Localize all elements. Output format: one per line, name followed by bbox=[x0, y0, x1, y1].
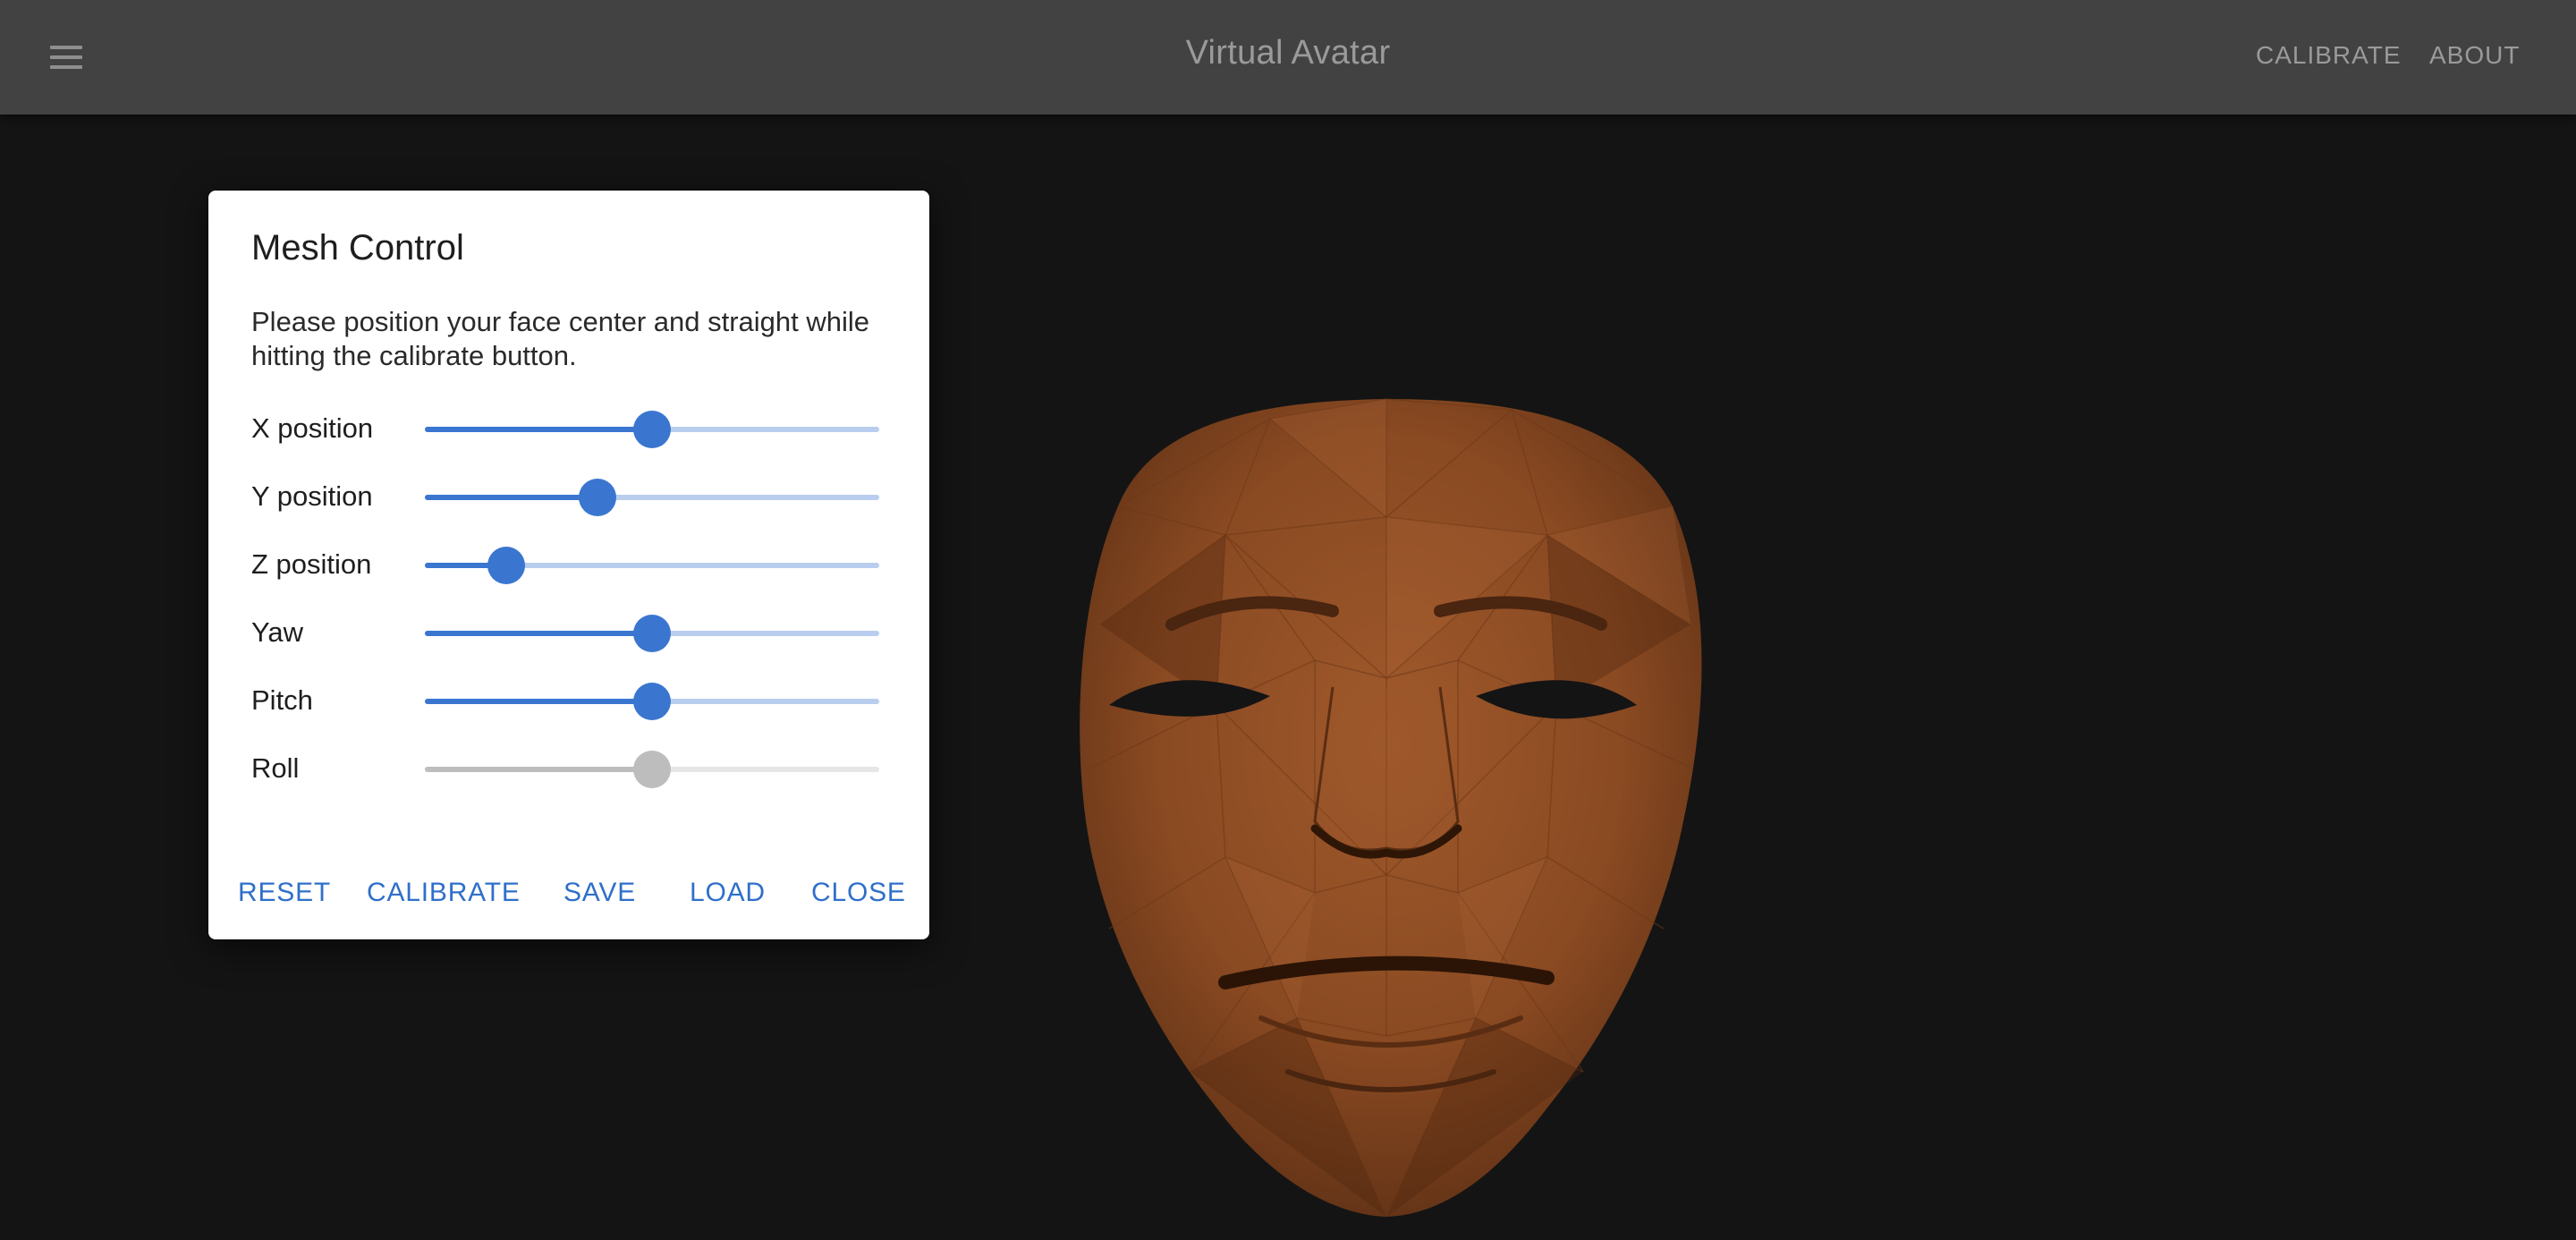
z-position-label: Z position bbox=[251, 548, 372, 580]
nav-about-button[interactable]: ABOUT bbox=[2429, 41, 2520, 70]
pitch-slider[interactable] bbox=[425, 683, 879, 720]
x-position-slider-thumb[interactable] bbox=[633, 411, 671, 448]
app-bar: Virtual Avatar CALIBRATE ABOUT bbox=[0, 0, 2576, 115]
yaw-slider-fill bbox=[425, 631, 652, 636]
yaw-label: Yaw bbox=[251, 616, 304, 648]
roll-slider-fill bbox=[425, 767, 652, 772]
reset-button[interactable]: RESET bbox=[238, 878, 331, 908]
z-position-slider-row: Z position bbox=[251, 538, 895, 591]
load-button[interactable]: LOAD bbox=[690, 878, 766, 908]
pitch-label: Pitch bbox=[251, 684, 313, 716]
roll-slider-thumb bbox=[633, 751, 671, 788]
x-position-slider-row: X position bbox=[251, 402, 895, 455]
close-button[interactable]: CLOSE bbox=[811, 878, 906, 908]
dialog-title: Mesh Control bbox=[251, 228, 464, 268]
pitch-slider-fill bbox=[425, 699, 652, 704]
x-position-slider-fill bbox=[425, 427, 652, 432]
yaw-slider[interactable] bbox=[425, 615, 879, 652]
app-title: Virtual Avatar bbox=[1185, 34, 1391, 72]
pitch-slider-thumb[interactable] bbox=[633, 683, 671, 720]
mesh-control-dialog: Mesh Control Please position your face c… bbox=[208, 191, 929, 939]
pitch-slider-row: Pitch bbox=[251, 674, 895, 727]
x-position-slider[interactable] bbox=[425, 411, 879, 448]
calibrate-button[interactable]: CALIBRATE bbox=[367, 878, 521, 908]
z-position-slider[interactable] bbox=[425, 547, 879, 584]
dialog-instructions: Please position your face center and str… bbox=[251, 306, 870, 371]
face-mesh bbox=[1080, 398, 1702, 1218]
roll-label: Roll bbox=[251, 752, 300, 784]
y-position-slider-fill bbox=[425, 495, 598, 500]
yaw-slider-thumb[interactable] bbox=[633, 615, 671, 652]
y-position-slider-thumb[interactable] bbox=[579, 479, 617, 516]
roll-slider-row: Roll bbox=[251, 742, 895, 795]
z-position-slider-thumb[interactable] bbox=[487, 547, 526, 584]
x-position-label: X position bbox=[251, 412, 374, 444]
y-position-slider[interactable] bbox=[425, 479, 879, 516]
y-position-slider-row: Y position bbox=[251, 470, 895, 523]
y-position-label: Y position bbox=[251, 480, 373, 512]
save-button[interactable]: SAVE bbox=[564, 878, 636, 908]
nav-calibrate-button[interactable]: CALIBRATE bbox=[2256, 41, 2402, 70]
roll-slider bbox=[425, 751, 879, 788]
yaw-slider-row: Yaw bbox=[251, 606, 895, 659]
